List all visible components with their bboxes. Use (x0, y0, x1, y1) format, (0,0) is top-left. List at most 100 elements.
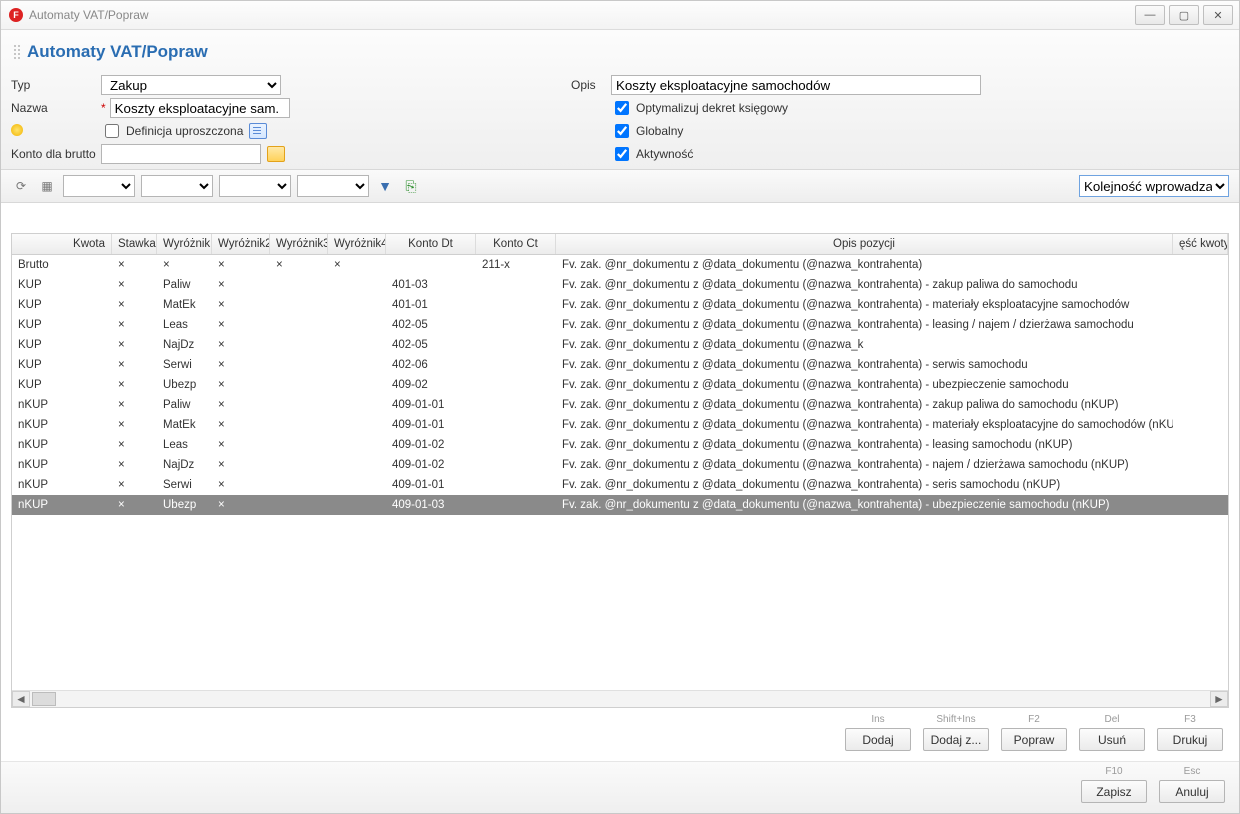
table-row[interactable]: KUP×Leas×402-05Fv. zak. @nr_dokumentu z … (12, 315, 1228, 335)
zapisz-hint: F10 (1105, 766, 1122, 778)
anuluj-button[interactable]: Anuluj (1159, 780, 1225, 803)
scroll-thumb[interactable] (32, 692, 56, 706)
table-row[interactable]: KUP×Serwi×402-06Fv. zak. @nr_dokumentu z… (12, 355, 1228, 375)
usun-button[interactable]: Usuń (1079, 728, 1145, 751)
filter-toolbar: ⟳ ▦ ▼ ⎘ Kolejność wprowadzania (1, 170, 1239, 203)
col-kwota[interactable]: Kwota (12, 234, 112, 254)
scroll-right-icon[interactable]: ► (1210, 691, 1228, 707)
filter-select-4[interactable] (297, 175, 369, 197)
cell: Fv. zak. @nr_dokumentu z @data_dokumentu… (556, 439, 1173, 451)
note-icon[interactable] (249, 123, 267, 139)
table-row[interactable]: nKUP×Leas×409-01-02Fv. zak. @nr_dokument… (12, 435, 1228, 455)
table-row[interactable]: KUP×Paliw×401-03Fv. zak. @nr_dokumentu z… (12, 275, 1228, 295)
dodajz-hint: Shift+Ins (936, 714, 975, 726)
cell: 211-x (476, 259, 556, 271)
export-icon[interactable]: ⎘ (401, 176, 421, 196)
konto-brutto-label: Konto dla brutto (11, 147, 101, 161)
table-row[interactable]: nKUP×Ubezp×409-01-03Fv. zak. @nr_dokumen… (12, 495, 1228, 515)
cell: Serwi (157, 479, 212, 491)
cell: × (112, 259, 157, 271)
col-w3[interactable]: Wyróżnik3 (270, 234, 328, 254)
filter-select-1[interactable] (63, 175, 135, 197)
titlebar: F Automaty VAT/Popraw — ▢ ✕ (1, 1, 1239, 30)
scroll-left-icon[interactable]: ◄ (12, 691, 30, 707)
drukuj-button[interactable]: Drukuj (1157, 728, 1223, 751)
filter-select-3[interactable] (219, 175, 291, 197)
grid-body[interactable]: Brutto×××××211-xFv. zak. @nr_dokumentu z… (12, 255, 1228, 690)
dodaj-button[interactable]: Dodaj (845, 728, 911, 751)
cell: 409-02 (386, 379, 476, 391)
col-opis[interactable]: Opis pozycji (556, 234, 1173, 254)
anuluj-hint: Esc (1184, 766, 1201, 778)
aktywnosc-input[interactable] (615, 147, 629, 161)
col-w1[interactable]: Wyróżnik1 (157, 234, 212, 254)
konto-brutto-input[interactable] (101, 144, 261, 164)
cell: × (328, 259, 386, 271)
col-w2[interactable]: Wyróżnik2 (212, 234, 270, 254)
col-konto-ct[interactable]: Konto Ct (476, 234, 556, 254)
folder-icon[interactable] (267, 146, 285, 162)
table-row[interactable]: nKUP×NajDz×409-01-02Fv. zak. @nr_dokumen… (12, 455, 1228, 475)
header-area: Automaty VAT/Popraw Typ Zakup Nazwa * (1, 30, 1239, 170)
sort-select[interactable]: Kolejność wprowadzania (1079, 175, 1229, 197)
grid-hscroll[interactable]: ◄ ► (12, 690, 1228, 707)
footer-buttons: F10 Zapisz Esc Anuluj (1, 761, 1239, 813)
grid-header: Kwota Stawka Wyróżnik1 Wyróżnik2 Wyróżni… (12, 234, 1228, 255)
filter-select-2[interactable] (141, 175, 213, 197)
nazwa-input[interactable] (110, 98, 290, 118)
table-row[interactable]: nKUP×Serwi×409-01-01Fv. zak. @nr_dokumen… (12, 475, 1228, 495)
opis-input[interactable] (611, 75, 981, 95)
cell: nKUP (12, 439, 112, 451)
cell: nKUP (12, 459, 112, 471)
cell: × (212, 259, 270, 271)
table-row[interactable]: nKUP×MatEk×409-01-01Fv. zak. @nr_dokumen… (12, 415, 1228, 435)
refresh-icon[interactable]: ⟳ (11, 176, 31, 196)
cell: KUP (12, 359, 112, 371)
cell: Ubezp (157, 379, 212, 391)
cell: Ubezp (157, 499, 212, 511)
funnel-icon[interactable]: ▼ (375, 176, 395, 196)
cell: Fv. zak. @nr_dokumentu z @data_dokumentu… (556, 319, 1173, 331)
cell: × (112, 499, 157, 511)
aktywnosc-label: Aktywność (636, 147, 693, 161)
def-uproszczona-input[interactable] (105, 124, 119, 138)
optymalizuj-checkbox[interactable]: Optymalizuj dekret księgowy (611, 98, 788, 118)
table-row[interactable]: KUP×NajDz×402-05Fv. zak. @nr_dokumentu z… (12, 335, 1228, 355)
table-row[interactable]: KUP×MatEk×401-01Fv. zak. @nr_dokumentu z… (12, 295, 1228, 315)
cell: Fv. zak. @nr_dokumentu z @data_dokumentu… (556, 259, 1173, 271)
minimize-button[interactable]: — (1135, 5, 1165, 25)
table-row[interactable]: Brutto×××××211-xFv. zak. @nr_dokumentu z… (12, 255, 1228, 275)
cell: × (212, 279, 270, 291)
cell: × (157, 259, 212, 271)
table-row[interactable]: nKUP×Paliw×409-01-01Fv. zak. @nr_dokumen… (12, 395, 1228, 415)
typ-select[interactable]: Zakup (101, 75, 281, 95)
dodaj-z-button[interactable]: Dodaj z... (923, 728, 989, 751)
cell: 409-01-03 (386, 499, 476, 511)
aktywnosc-checkbox[interactable]: Aktywność (611, 144, 693, 164)
status-cell (11, 124, 101, 139)
popraw-button[interactable]: Popraw (1001, 728, 1067, 751)
table-row[interactable]: KUP×Ubezp×409-02Fv. zak. @nr_dokumentu z… (12, 375, 1228, 395)
globalny-checkbox[interactable]: Globalny (611, 121, 683, 141)
clear-filter-icon[interactable]: ▦ (37, 176, 57, 196)
typ-label: Typ (11, 78, 101, 92)
def-uproszczona-checkbox[interactable]: Definicja uproszczona (101, 121, 243, 141)
cell: × (212, 339, 270, 351)
globalny-input[interactable] (615, 124, 629, 138)
close-button[interactable]: ✕ (1203, 5, 1233, 25)
page-title: Automaty VAT/Popraw (27, 42, 208, 62)
col-konto-dt[interactable]: Konto Dt (386, 234, 476, 254)
cell: Fv. zak. @nr_dokumentu z @data_dokumentu… (556, 359, 1173, 371)
cell: × (212, 499, 270, 511)
grid-buttons: InsDodaj Shift+InsDodaj z... F2Popraw De… (11, 708, 1229, 753)
cell: 409-01-02 (386, 459, 476, 471)
maximize-button[interactable]: ▢ (1169, 5, 1199, 25)
col-w4[interactable]: Wyróżnik4 (328, 234, 386, 254)
zapisz-button[interactable]: Zapisz (1081, 780, 1147, 803)
col-kwoty[interactable]: ęść kwoty (1173, 234, 1228, 254)
cell: 401-01 (386, 299, 476, 311)
col-stawka[interactable]: Stawka (112, 234, 157, 254)
optymalizuj-input[interactable] (615, 101, 629, 115)
cell: × (112, 339, 157, 351)
cell: × (212, 459, 270, 471)
